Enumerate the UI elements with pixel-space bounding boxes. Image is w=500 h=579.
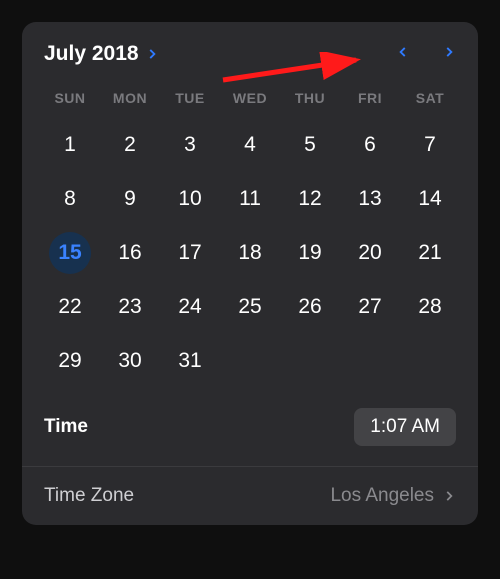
chevron-right-icon [442,489,456,503]
day-number: 17 [169,232,211,274]
day-number: 23 [109,286,151,328]
day-number: 31 [169,340,211,382]
day-number: 12 [289,178,331,220]
next-month-button[interactable] [442,45,456,64]
day-number: 21 [409,232,451,274]
day-cell[interactable]: 7 [400,118,460,172]
date-time-panel: July 2018 SUN MON TUE WED THU FRI SAT 12… [22,22,478,525]
day-number: 28 [409,286,451,328]
day-number: 8 [49,178,91,220]
day-cell[interactable]: 23 [100,280,160,334]
chevron-left-icon [396,45,410,59]
day-cell-empty [280,334,340,388]
day-cell[interactable]: 12 [280,172,340,226]
day-number: 30 [109,340,151,382]
day-cell[interactable]: 19 [280,226,340,280]
day-number: 26 [289,286,331,328]
weekday-label: SAT [400,84,460,112]
day-cell[interactable]: 17 [160,226,220,280]
day-cell[interactable]: 27 [340,280,400,334]
weekday-label: FRI [340,84,400,112]
weekday-label: THU [280,84,340,112]
day-number: 29 [49,340,91,382]
day-number: 24 [169,286,211,328]
day-cell[interactable]: 29 [40,334,100,388]
day-cell[interactable]: 5 [280,118,340,172]
day-number: 9 [109,178,151,220]
day-cell[interactable]: 24 [160,280,220,334]
day-cell[interactable]: 21 [400,226,460,280]
day-cell[interactable]: 22 [40,280,100,334]
day-number: 7 [409,124,451,166]
day-number: 14 [409,178,451,220]
day-number: 15 [49,232,91,274]
day-number: 11 [229,178,271,220]
day-cell[interactable]: 3 [160,118,220,172]
day-number: 2 [109,124,151,166]
day-cell[interactable]: 8 [40,172,100,226]
day-cell[interactable]: 16 [100,226,160,280]
month-year-button[interactable]: July 2018 [44,42,159,66]
day-number: 19 [289,232,331,274]
day-cell[interactable]: 25 [220,280,280,334]
timezone-value-group: Los Angeles [330,485,456,507]
time-label: Time [44,416,88,438]
day-number: 16 [109,232,151,274]
day-cell[interactable]: 1 [40,118,100,172]
day-cell[interactable]: 30 [100,334,160,388]
day-cell[interactable]: 11 [220,172,280,226]
day-cell-empty [400,334,460,388]
calendar-header: July 2018 [40,42,460,66]
day-cell-empty [340,334,400,388]
day-cell[interactable]: 4 [220,118,280,172]
day-cell[interactable]: 13 [340,172,400,226]
day-cell-empty [220,334,280,388]
day-cell[interactable]: 2 [100,118,160,172]
weekday-header: SUN MON TUE WED THU FRI SAT [40,84,460,112]
day-cell[interactable]: 26 [280,280,340,334]
day-number: 20 [349,232,391,274]
chevron-right-icon [442,45,456,59]
weekday-label: TUE [160,84,220,112]
weekday-label: MON [100,84,160,112]
day-cell[interactable]: 6 [340,118,400,172]
time-picker-button[interactable]: 1:07 AM [354,408,456,446]
day-cell[interactable]: 9 [100,172,160,226]
day-cell[interactable]: 18 [220,226,280,280]
day-cell[interactable]: 28 [400,280,460,334]
month-year-label: July 2018 [44,42,139,66]
day-number: 6 [349,124,391,166]
day-cell[interactable]: 20 [340,226,400,280]
chevron-right-icon [145,47,159,61]
timezone-row[interactable]: Time Zone Los Angeles [40,467,460,509]
day-cell[interactable]: 14 [400,172,460,226]
day-number: 1 [49,124,91,166]
day-number: 3 [169,124,211,166]
day-number: 10 [169,178,211,220]
day-number: 22 [49,286,91,328]
day-number: 4 [229,124,271,166]
day-number: 27 [349,286,391,328]
weekday-label: WED [220,84,280,112]
prev-month-button[interactable] [396,45,410,64]
weekday-label: SUN [40,84,100,112]
timezone-value: Los Angeles [330,485,434,507]
timezone-label: Time Zone [44,485,134,507]
day-number: 18 [229,232,271,274]
day-number: 25 [229,286,271,328]
day-number: 13 [349,178,391,220]
day-number: 5 [289,124,331,166]
day-cell[interactable]: 10 [160,172,220,226]
day-cell[interactable]: 15 [40,226,100,280]
time-row: Time 1:07 AM [40,400,460,466]
day-cell[interactable]: 31 [160,334,220,388]
calendar-grid: 1234567891011121314151617181920212223242… [40,118,460,388]
month-nav [396,45,456,64]
